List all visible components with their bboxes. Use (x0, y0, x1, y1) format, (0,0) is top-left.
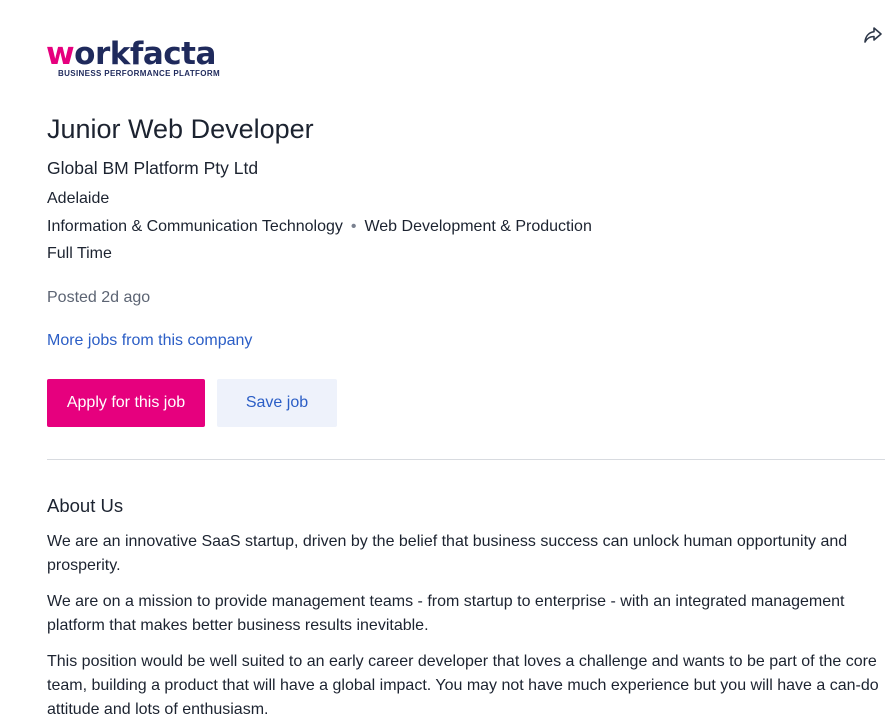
share-arrow-icon (864, 27, 882, 43)
apply-button[interactable]: Apply for this job (47, 379, 205, 427)
category-separator: • (350, 218, 357, 235)
job-category: Information & Communication Technology (47, 218, 343, 235)
section-divider (47, 459, 885, 460)
more-jobs-link[interactable]: More jobs from this company (47, 332, 252, 350)
posted-date: Posted 2d ago (47, 289, 151, 306)
logo-tagline: BUSINESS PERFORMANCE PLATFORM (58, 69, 221, 78)
logo-wordmark: workfacta (46, 36, 216, 72)
job-title: Junior Web Developer (47, 114, 314, 144)
company-name: Global BM Platform Pty Ltd (47, 158, 259, 178)
about-heading: About Us (47, 495, 124, 516)
job-work-type: Full Time (47, 245, 112, 262)
job-subcategory: Web Development & Production (364, 218, 592, 235)
save-job-button[interactable]: Save job (217, 379, 337, 427)
about-paragraph: We are on a mission to provide managemen… (47, 593, 845, 634)
about-paragraph: We are an innovative SaaS startup, drive… (47, 533, 848, 574)
company-logo: workfacta BUSINESS PERFORMANCE PLATFORM (46, 36, 236, 82)
about-paragraph: This position would be well suited to an… (47, 653, 879, 718)
logo-wordmark-rest: orkfacta (74, 36, 216, 72)
job-location: Adelaide (47, 190, 110, 207)
logo-w-letter: w (46, 36, 75, 72)
share-icon[interactable] (862, 24, 884, 46)
job-classification: Information & Communication Technology • W… (47, 218, 592, 236)
